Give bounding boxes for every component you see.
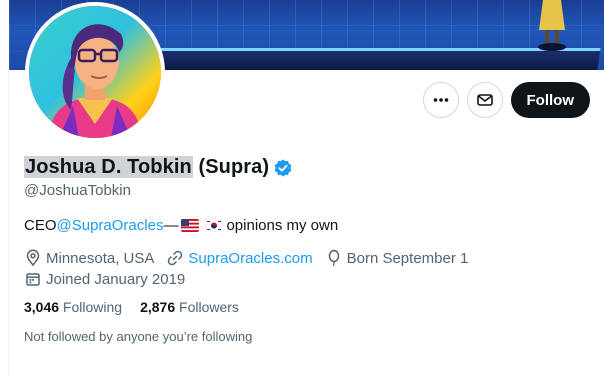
profile-page: Follow Joshua D. Tobkin (Supra) @JoshuaT… bbox=[0, 0, 604, 376]
balloon-icon bbox=[328, 249, 339, 267]
profile-name-row: Joshua D. Tobkin (Supra) bbox=[24, 156, 293, 179]
follow-counts: 3,046 Following 2,876 Followers bbox=[24, 299, 257, 315]
mail-icon bbox=[476, 94, 493, 106]
more-icon bbox=[433, 98, 448, 102]
column-border bbox=[8, 70, 9, 376]
profile-meta-row-2: Joined January 2019 bbox=[24, 270, 197, 288]
more-button[interactable] bbox=[422, 82, 459, 118]
kr-flag-icon bbox=[205, 219, 224, 232]
bio-prefix: CEO bbox=[24, 217, 57, 234]
followers-label: Followers bbox=[179, 299, 239, 315]
joined-text: Joined January 2019 bbox=[46, 270, 186, 288]
profile-actions: Follow bbox=[422, 82, 590, 118]
followers-count: 2,876 bbox=[140, 299, 176, 315]
followed-by-note: Not followed by anyone you’re following bbox=[24, 329, 253, 344]
born-text: Born September 1 bbox=[346, 249, 469, 267]
location-text: Minnesota, USA bbox=[46, 249, 155, 267]
bio-suffix: opinions my own bbox=[226, 217, 339, 234]
following-count-link[interactable]: 3,046 Following bbox=[24, 299, 122, 315]
profile-bio: CEO @SupraOracles — opinions my own bbox=[24, 217, 338, 234]
display-name-highlighted: Joshua D. Tobkin bbox=[24, 156, 193, 178]
us-flag-icon bbox=[181, 219, 200, 232]
followers-count-link[interactable]: 2,876 Followers bbox=[140, 299, 239, 315]
link-icon bbox=[168, 250, 183, 266]
born-item: Born September 1 bbox=[325, 249, 469, 267]
follow-button[interactable]: Follow bbox=[510, 82, 590, 118]
following-label: Following bbox=[62, 299, 123, 315]
profile-handle: @JoshuaTobkin bbox=[24, 182, 131, 199]
profile-meta-row-1: Minnesota, USA SupraOracles.com Born Sep… bbox=[24, 249, 480, 267]
bio-mention-link[interactable]: @SupraOracles bbox=[57, 217, 164, 234]
banner-figure-icon bbox=[538, 0, 566, 51]
verified-badge-icon[interactable] bbox=[273, 158, 293, 178]
display-name: Joshua D. Tobkin (Supra) bbox=[24, 156, 269, 179]
location-item: Minnesota, USA bbox=[24, 249, 154, 267]
calendar-icon bbox=[26, 273, 40, 286]
website-item: SupraOracles.com bbox=[166, 249, 313, 267]
avatar-portrait-icon bbox=[29, 6, 161, 138]
website-link[interactable]: SupraOracles.com bbox=[188, 250, 312, 267]
following-count: 3,046 bbox=[24, 299, 60, 315]
message-button[interactable] bbox=[466, 82, 503, 118]
bio-dash: — bbox=[163, 217, 179, 234]
location-pin-icon bbox=[26, 249, 40, 267]
avatar[interactable] bbox=[25, 2, 165, 142]
joined-item: Joined January 2019 bbox=[24, 270, 185, 288]
display-name-suffix: (Supra) bbox=[192, 156, 270, 178]
